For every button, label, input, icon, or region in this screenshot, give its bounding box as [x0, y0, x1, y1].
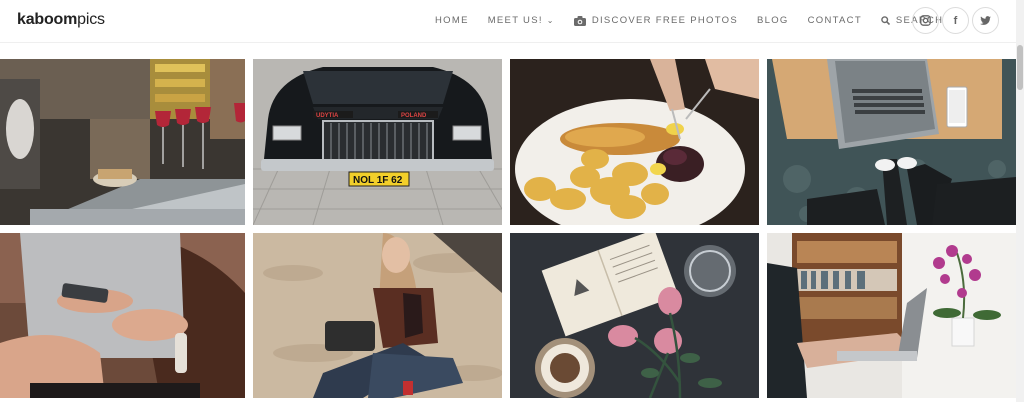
- site-logo[interactable]: kaboompics: [17, 11, 105, 29]
- facebook-icon[interactable]: f: [942, 7, 969, 34]
- photo-laptop-orchid[interactable]: [767, 233, 1016, 398]
- photo-laptop-desk[interactable]: [767, 59, 1016, 225]
- car-badge-left: UDYTIA: [316, 113, 339, 119]
- photo-vintage-car[interactable]: UDYTIA POLAND NOL 1F 62: [253, 59, 502, 225]
- nav-meet-us[interactable]: MEET US! ⌄: [488, 15, 555, 26]
- nav-contact[interactable]: CONTACT: [808, 15, 862, 26]
- photo-woman-on-sand[interactable]: [253, 233, 502, 398]
- nav-blog[interactable]: BLOG: [757, 15, 789, 26]
- photo-woman-smartphone[interactable]: [0, 233, 245, 398]
- social-links: f: [912, 7, 1002, 34]
- car-badge-right: POLAND: [401, 113, 427, 119]
- photo-book-coffee-roses[interactable]: [510, 233, 759, 398]
- search-icon: [881, 16, 890, 25]
- twitter-icon[interactable]: [972, 7, 999, 34]
- main-nav: HOME MEET US! ⌄ DISCOVER FREE PHOTOS BLOG…: [435, 15, 962, 26]
- photo-bar-drinks[interactable]: [0, 59, 245, 225]
- page: kaboompics HOME MEET US! ⌄ DISCOVER FREE …: [0, 0, 1024, 402]
- nav-discover-free-photos[interactable]: DISCOVER FREE PHOTOS: [573, 15, 738, 26]
- site-header: kaboompics HOME MEET US! ⌄ DISCOVER FREE …: [0, 0, 1016, 43]
- license-plate: NOL 1F 62: [353, 175, 403, 186]
- page-scrollbar[interactable]: [1016, 0, 1024, 402]
- camera-icon: [573, 15, 586, 26]
- chevron-down-icon: ⌄: [546, 16, 555, 25]
- instagram-icon[interactable]: [912, 7, 939, 34]
- photo-potatoes-plate[interactable]: [510, 59, 759, 225]
- scroll-thumb[interactable]: [1017, 45, 1023, 90]
- nav-home[interactable]: HOME: [435, 15, 469, 26]
